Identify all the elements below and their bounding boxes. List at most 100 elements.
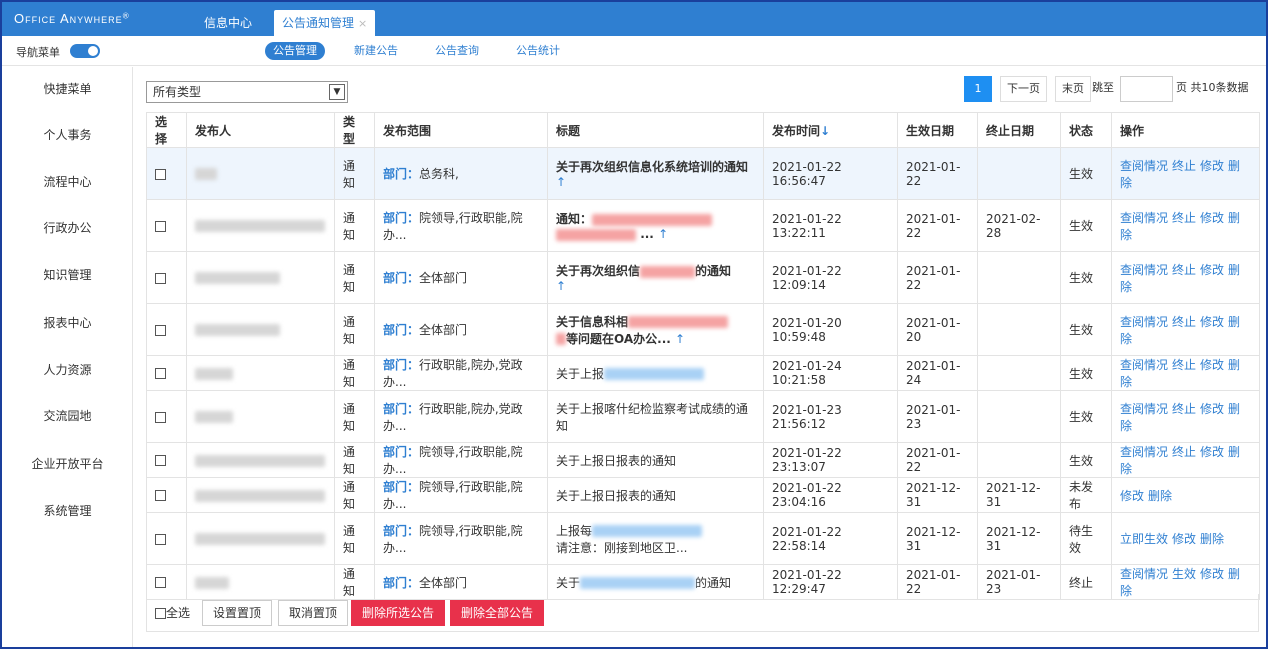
cancel-top-button[interactable]: 取消置顶	[278, 600, 349, 626]
edit-button[interactable]: 修改	[1200, 211, 1224, 225]
title-tail: ...	[640, 227, 654, 241]
view-button[interactable]: 查阅情况	[1120, 211, 1168, 225]
delete-button[interactable]: 删除	[1200, 532, 1224, 546]
sidebar-item-open-platform[interactable]: 企业开放平台	[2, 455, 133, 472]
edit-button[interactable]: 修改	[1120, 489, 1144, 503]
row-checkbox[interactable]	[155, 324, 166, 336]
terminate-button[interactable]: 终止	[1172, 159, 1196, 173]
sidebar: 快捷菜单 个人事务 流程中心 行政办公 知识管理 报表中心 人力资源 交流园地 …	[2, 67, 133, 647]
view-button[interactable]: 查阅情况	[1120, 263, 1168, 277]
notice-title-link[interactable]: 关于再次组织信息化系统培训的通知 ↑	[547, 147, 764, 200]
activate-now-button[interactable]: 立即生效	[1120, 532, 1168, 546]
next-page-button[interactable]: 下一页	[1000, 76, 1047, 102]
edit-button[interactable]: 修改	[1200, 263, 1224, 277]
notice-title-link[interactable]: 关于上报日报表的通知	[547, 477, 764, 513]
edit-button[interactable]: 修改	[1200, 358, 1224, 372]
view-button[interactable]: 查阅情况	[1120, 315, 1168, 329]
arrow-up-icon: ↑	[556, 279, 567, 293]
subtab-notice-manage[interactable]: 公告管理	[265, 42, 325, 60]
notice-title-link[interactable]: 上报每 请注意：刚接到地区卫...	[547, 512, 764, 565]
tab-notice-management[interactable]: 公告通知管理 ×	[274, 10, 376, 36]
row-checkbox[interactable]	[155, 368, 166, 379]
sidebar-item-system[interactable]: 系统管理	[2, 502, 133, 519]
sidebar-item-workflow[interactable]: 流程中心	[2, 173, 133, 190]
end-date: 2021-12-31	[977, 477, 1061, 513]
view-button[interactable]: 查阅情况	[1120, 159, 1168, 173]
sidebar-item-admin[interactable]: 行政办公	[2, 219, 133, 236]
row-checkbox[interactable]	[155, 455, 166, 466]
logo-mark: ®	[122, 11, 130, 21]
publisher-redacted	[195, 489, 325, 502]
col-title: 标题	[547, 112, 764, 148]
delete-button[interactable]: 删除	[1148, 489, 1172, 503]
edit-button[interactable]: 修改	[1200, 315, 1224, 329]
table-row: 通知 部门：院领导,行政职能,院办... 关于上报日报表的通知 2021-01-…	[146, 442, 1260, 478]
sidebar-item-personal[interactable]: 个人事务	[2, 126, 133, 143]
notice-title-link[interactable]: 关于上报日报表的通知	[547, 442, 764, 478]
terminate-button[interactable]: 终止	[1172, 402, 1196, 416]
status-badge: 未发布	[1060, 477, 1112, 513]
view-button[interactable]: 查阅情况	[1120, 402, 1168, 416]
logo-text: Office Anywhere	[14, 11, 123, 26]
notice-title-link[interactable]: 关于上报	[547, 355, 764, 391]
notice-title-link[interactable]: 关于上报喀什纪检监察考试成绩的通知	[547, 390, 764, 443]
sidebar-item-hr[interactable]: 人力资源	[2, 361, 133, 378]
terminate-button[interactable]: 终止	[1172, 315, 1196, 329]
row-type: 通知	[334, 390, 375, 443]
row-checkbox[interactable]	[155, 533, 166, 545]
subtab-notice-query[interactable]: 公告查询	[427, 42, 487, 60]
notice-title-link[interactable]: 关于信息科相 等问题在OA办公... ↑	[547, 303, 764, 356]
last-page-button[interactable]: 末页	[1055, 76, 1091, 102]
sidebar-item-knowledge[interactable]: 知识管理	[2, 266, 133, 283]
close-icon[interactable]: ×	[358, 17, 367, 30]
end-date	[977, 251, 1061, 304]
row-checkbox[interactable]	[155, 168, 166, 180]
page-1-button[interactable]: 1	[964, 76, 992, 102]
subtab-notice-stats[interactable]: 公告统计	[508, 42, 568, 60]
edit-button[interactable]: 修改	[1200, 159, 1224, 173]
view-button[interactable]: 查阅情况	[1120, 358, 1168, 372]
activate-button[interactable]: 生效	[1172, 567, 1196, 581]
terminate-button[interactable]: 终止	[1172, 358, 1196, 372]
view-button[interactable]: 查阅情况	[1120, 567, 1168, 581]
publish-time: 2021-01-20 10:59:48	[763, 303, 898, 356]
sidebar-item-community[interactable]: 交流园地	[2, 407, 133, 424]
publish-time: 2021-01-22 13:22:11	[763, 199, 898, 252]
nav-menu-toggle[interactable]	[70, 44, 100, 58]
table-header-row: 选择 发布人 类型 发布范围 标题 发布时间↓ 生效日期 终止日期 状态 操作	[146, 112, 1260, 148]
sidebar-item-quick-menu[interactable]: 快捷菜单	[2, 80, 133, 97]
row-actions: 查阅情况 终止 修改 删除	[1111, 390, 1260, 443]
row-checkbox[interactable]	[155, 577, 166, 588]
edit-button[interactable]: 修改	[1200, 402, 1224, 416]
edit-button[interactable]: 修改	[1200, 567, 1224, 581]
notice-title-link[interactable]: 关于再次组织信 的通知 ↑	[547, 251, 764, 304]
delete-selected-button[interactable]: 删除所选公告	[351, 600, 446, 626]
scope-value: 全体部门	[419, 575, 468, 590]
view-button[interactable]: 查阅情况	[1120, 445, 1168, 459]
terminate-button[interactable]: 终止	[1172, 263, 1196, 277]
title-redacted	[556, 228, 636, 241]
arrow-up-icon: ↑	[658, 227, 669, 241]
row-checkbox[interactable]	[155, 272, 166, 284]
subtab-new-notice[interactable]: 新建公告	[346, 42, 406, 60]
row-checkbox[interactable]	[155, 490, 166, 501]
edit-button[interactable]: 修改	[1200, 445, 1224, 459]
terminate-button[interactable]: 终止	[1172, 445, 1196, 459]
sidebar-item-reports[interactable]: 报表中心	[2, 314, 133, 331]
scope-tag: 部门：	[383, 523, 420, 538]
set-top-button[interactable]: 设置置顶	[202, 600, 273, 626]
scope-tag: 部门：	[383, 480, 420, 494]
jump-page-input[interactable]	[1120, 76, 1173, 102]
terminate-button[interactable]: 终止	[1172, 211, 1196, 225]
delete-all-button[interactable]: 删除全部公告	[450, 600, 545, 626]
tab-info-center[interactable]: 信息中心	[196, 10, 260, 36]
col-publish-time[interactable]: 发布时间↓	[763, 112, 898, 148]
publish-time: 2021-01-23 21:56:12	[763, 390, 898, 443]
row-checkbox[interactable]	[155, 411, 166, 423]
status-badge: 生效	[1060, 442, 1112, 478]
edit-button[interactable]: 修改	[1172, 532, 1196, 546]
notice-title-link[interactable]: 通知： ... ↑	[547, 199, 764, 252]
type-select[interactable]: 所有类型 ▼	[146, 81, 348, 103]
row-checkbox[interactable]	[155, 220, 166, 232]
select-all-checkbox[interactable]: 全选	[155, 604, 190, 621]
